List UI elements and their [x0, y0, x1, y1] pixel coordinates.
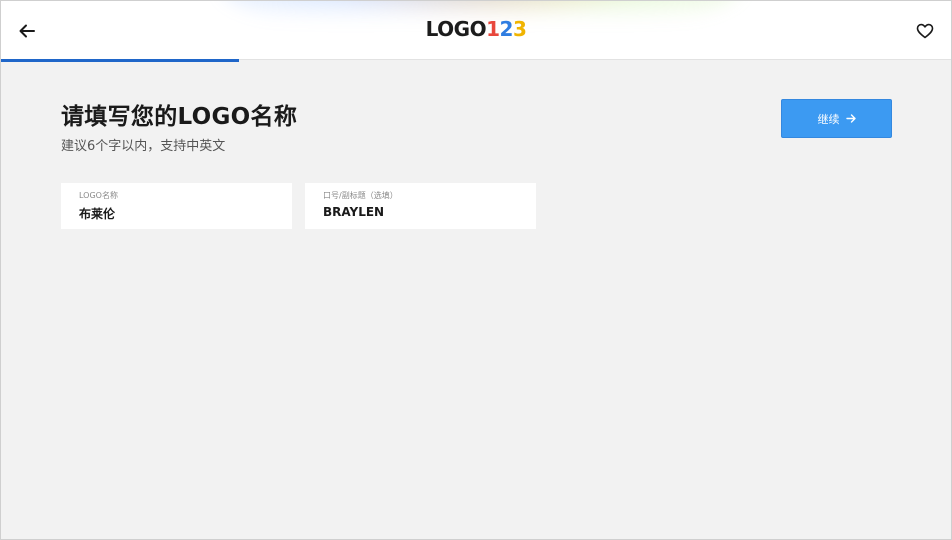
slogan-input[interactable]: BRAYLEN: [323, 205, 523, 219]
logo-digit-1: 1: [486, 17, 500, 41]
logo-name-input[interactable]: 布莱伦: [79, 205, 279, 222]
favorite-button[interactable]: [911, 17, 939, 45]
slogan-field[interactable]: 口号/副标题（选填） BRAYLEN: [305, 183, 536, 229]
continue-label: 继续: [817, 112, 840, 126]
progress-fill: [1, 59, 239, 62]
top-bar: LOGO123: [1, 1, 951, 60]
logo-name-label: LOGO名称: [79, 191, 118, 200]
heart-icon: [916, 23, 934, 39]
arrow-right-icon: [845, 114, 856, 123]
page-subtitle: 建议6个字以内，支持中英文: [61, 139, 226, 154]
brand-logo[interactable]: LOGO123: [1, 17, 951, 41]
page-frame: [0, 0, 952, 540]
logo-name-field[interactable]: LOGO名称 布莱伦: [61, 183, 292, 229]
page-title: 请填写您的LOGO名称: [61, 104, 298, 130]
slogan-label: 口号/副标题（选填）: [323, 191, 398, 200]
logo-text: LOGO: [425, 17, 487, 41]
progress-track: [1, 59, 951, 62]
logo-digit-2: 2: [499, 17, 514, 41]
logo-digit-3: 3: [512, 17, 527, 41]
continue-button[interactable]: 继续: [781, 99, 892, 138]
